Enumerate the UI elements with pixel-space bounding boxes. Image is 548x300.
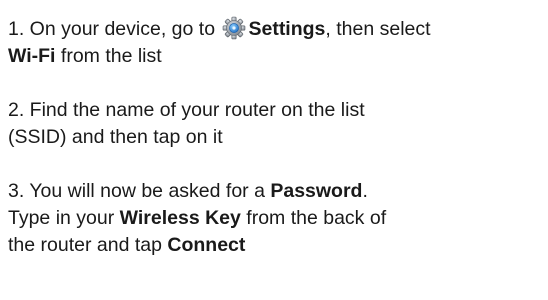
step-2-line-1: 2. Find the name of your router on the l… <box>8 99 365 121</box>
step-1-line-1: 1. On your device, go to Settings, then … <box>8 16 544 43</box>
step-3-line-2-text: Type in your <box>8 207 120 229</box>
step-3-line-2-end: from the back of <box>240 207 387 229</box>
step-1: 1. On your device, go to Settings, then … <box>8 16 544 70</box>
step-1-line-2: Wi-Fi from the list <box>8 43 544 70</box>
wifi-label: Wi-Fi <box>8 45 56 67</box>
step-3-line-1: 3. You will now be asked for a Password. <box>8 178 544 205</box>
step-3-line-1-text: 3. You will now be asked for a <box>8 180 271 202</box>
step-3-line-1-end: . <box>362 180 368 202</box>
settings-gear-icon <box>222 16 246 40</box>
step-3-line-3-text: the router and tap <box>8 234 168 256</box>
wireless-key-label: Wireless Key <box>119 207 241 229</box>
step-1-line-2-text: from the list <box>55 45 162 67</box>
step-3: 3. You will now be asked for a Password.… <box>8 178 544 259</box>
step-2-line-2: (SSID) and then tap on it <box>8 126 223 148</box>
settings-label: Settings <box>248 18 326 40</box>
step-3-line-2: Type in your Wireless Key from the back … <box>8 205 544 232</box>
step-1-text: 1. On your device, go to <box>8 18 216 40</box>
instructions: 1. On your device, go to Settings, then … <box>8 16 544 286</box>
step-1-text-end: , then select <box>325 18 431 40</box>
connect-label: Connect <box>167 234 246 256</box>
step-3-line-3: the router and tap Connect <box>8 232 544 259</box>
step-2: 2. Find the name of your router on the l… <box>8 97 544 151</box>
password-label: Password <box>270 180 363 202</box>
